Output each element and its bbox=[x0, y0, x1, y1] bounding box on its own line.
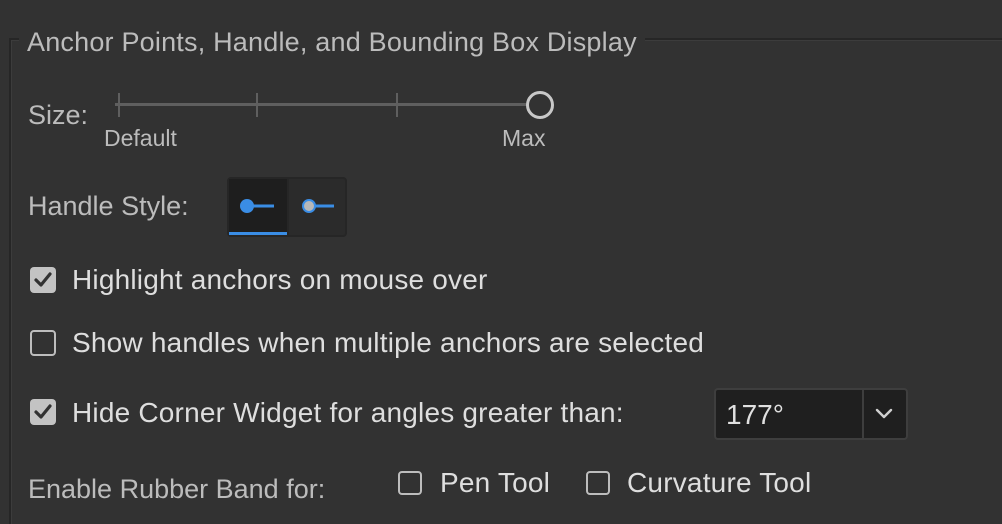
pen-tool-checkbox[interactable] bbox=[398, 471, 422, 495]
slider-track bbox=[115, 103, 530, 106]
hide-corner-widget-label: Hide Corner Widget for angles greater th… bbox=[72, 397, 624, 428]
slider-tick bbox=[118, 93, 120, 117]
highlight-anchors-checkbox[interactable] bbox=[30, 267, 56, 293]
slider-thumb[interactable] bbox=[526, 91, 554, 119]
handle-style-solid-button[interactable] bbox=[229, 179, 287, 235]
curvature-tool-label: Curvature Tool bbox=[627, 467, 812, 498]
highlight-anchors-label: Highlight anchors on mouse over bbox=[72, 264, 488, 295]
slider-max-label: Max bbox=[502, 125, 546, 151]
show-handles-checkbox[interactable] bbox=[30, 330, 56, 356]
rubber-band-label: Enable Rubber Band for: bbox=[28, 474, 326, 504]
checkmark-icon bbox=[34, 404, 52, 419]
hollow-handle-icon bbox=[302, 199, 334, 213]
pen-tool-label: Pen Tool bbox=[440, 467, 551, 498]
hide-corner-widget-checkbox[interactable] bbox=[30, 399, 56, 425]
handle-style-hollow-button[interactable] bbox=[287, 179, 345, 235]
combo-divider bbox=[862, 390, 864, 438]
handle-style-label: Handle Style: bbox=[28, 191, 189, 221]
corner-angle-value[interactable]: 177° bbox=[726, 398, 784, 432]
size-slider[interactable] bbox=[110, 88, 555, 124]
slider-tick bbox=[256, 93, 258, 117]
slider-tick bbox=[396, 93, 398, 117]
curvature-tool-checkbox[interactable] bbox=[586, 471, 610, 495]
size-label: Size: bbox=[28, 100, 89, 130]
slider-min-label: Default bbox=[104, 125, 177, 151]
solid-handle-icon bbox=[240, 199, 274, 213]
section-title: Anchor Points, Handle, and Bounding Box … bbox=[19, 22, 645, 62]
handle-style-selector bbox=[227, 177, 347, 237]
corner-angle-combo[interactable]: 177° bbox=[714, 388, 908, 440]
show-handles-label: Show handles when multiple anchors are s… bbox=[72, 327, 704, 358]
checkmark-icon bbox=[34, 272, 52, 287]
chevron-down-icon[interactable] bbox=[874, 406, 894, 425]
